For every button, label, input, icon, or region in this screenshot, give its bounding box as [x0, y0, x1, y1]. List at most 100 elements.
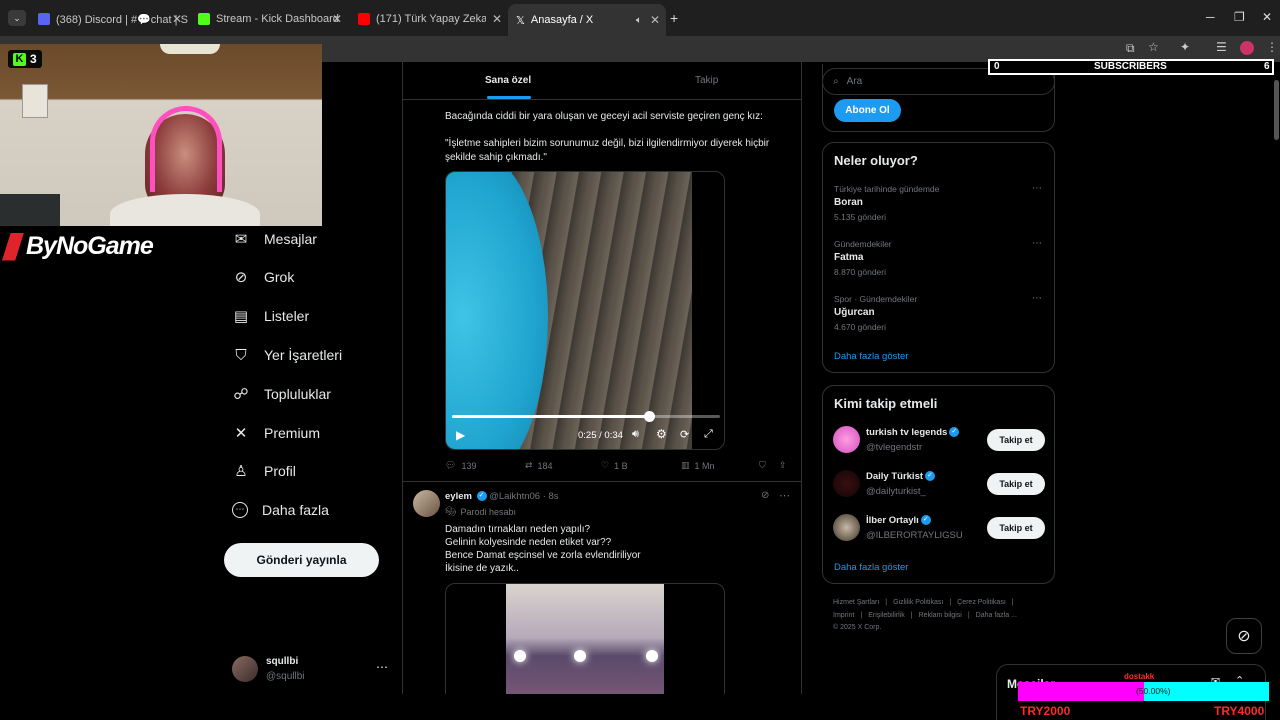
browser-tab-discord[interactable]: (368) Discord | #💬chat | SOTY ✕	[30, 6, 188, 32]
video-player[interactable]: ▶ 0:25 / 0:34 🔊︎ ⚙ ⟳ ⤢	[445, 171, 725, 450]
avatar[interactable]	[413, 490, 440, 517]
more-icon[interactable]: ⋯	[1032, 238, 1042, 249]
nav-item-premium[interactable]: ✕ Premium	[232, 418, 320, 448]
reply-button[interactable]: 💬︎ 139	[445, 460, 476, 471]
new-tab-button[interactable]: +	[670, 10, 678, 26]
nav-item-grok[interactable]: ⊘ Grok	[232, 262, 295, 292]
audio-icon[interactable]: 🔈︎	[636, 15, 642, 26]
browser-tab-x[interactable]: 𝕏 Anasayfa / X 🔈︎ ✕	[508, 4, 666, 36]
account-switcher[interactable]: squllbi @squllbi ⋯	[230, 654, 390, 686]
post-button[interactable]: Gönderi yayınla	[224, 543, 379, 577]
more-icon[interactable]: ⋯	[1032, 293, 1042, 304]
author-name[interactable]: eylem	[445, 491, 472, 502]
views-button[interactable]: ▥ 1 Mn	[681, 460, 715, 471]
footer-link[interactable]: Erişilebilirlik	[868, 612, 905, 619]
follow-button[interactable]: Takip et	[987, 473, 1045, 495]
close-icon[interactable]: ✕	[172, 12, 182, 26]
grok-icon: ⊘	[234, 269, 248, 286]
play-icon[interactable]: ▶	[456, 428, 465, 442]
menu-icon[interactable]: ⋮	[1266, 40, 1278, 54]
media-icon[interactable]: ☰	[1216, 40, 1227, 54]
close-icon[interactable]: ✕	[492, 12, 502, 26]
webcam-overlay	[0, 44, 322, 226]
follow-suggestion[interactable]: turkish tv legends ✓ @tvlegendstr Takip e…	[823, 424, 1056, 460]
footer-row: Imprint | Erişilebilirlik | Reklam bilgisi…	[833, 612, 1055, 619]
video-progress-handle[interactable]	[643, 411, 655, 422]
loop-icon[interactable]: ⟳	[680, 428, 689, 441]
restore-icon[interactable]: ❐	[1234, 10, 1245, 24]
tweet-text: Gelinin kolyesinde neden etiket var??	[445, 537, 612, 548]
tweet[interactable]: eylem ✓ @Laikhtn06 · 8s ⊘ ⋯ 🎭︎ Parodi hes…	[403, 482, 801, 694]
nav-item-lists[interactable]: ▤ Listeler	[232, 301, 309, 331]
footer-divider: |	[967, 612, 970, 619]
nav-item-messages[interactable]: ✉ Mesajlar	[232, 224, 317, 254]
footer-link[interactable]: Reklam bilgisi	[919, 612, 962, 619]
like-button[interactable]: ♡ 1 B	[601, 460, 628, 471]
subscribe-button[interactable]: Abone Ol	[834, 99, 901, 122]
settings-icon[interactable]: ⚙	[656, 427, 667, 441]
tab-following[interactable]: Takip	[613, 62, 801, 100]
close-icon[interactable]: ✕	[332, 12, 342, 26]
reply-icon: 💬︎	[445, 460, 457, 470]
more-icon[interactable]: ⋯	[376, 660, 388, 674]
tab-for-you[interactable]: Sana özel	[403, 62, 613, 100]
retweet-icon: ⇄	[525, 460, 533, 470]
nav-item-bookmarks[interactable]: ⛉ Yer İşaretleri	[232, 340, 342, 370]
avatar	[833, 470, 860, 497]
footer-link[interactable]: Gizlilik Politikası	[893, 599, 943, 606]
retweet-button[interactable]: ⇄ 184	[525, 460, 553, 471]
tweet[interactable]: Bacağında ciddi bir yara oluşan ve gecey…	[403, 100, 801, 482]
tab-label: Anasayfa / X	[530, 14, 594, 26]
nav-label: Grok	[264, 269, 295, 285]
video-progress-track[interactable]	[452, 411, 720, 422]
trend-item[interactable]: Gündemdekiler Fatma 8.870 gönderi ⋯	[823, 238, 1056, 286]
nav-item-profile[interactable]: ♙ Profil	[232, 456, 296, 486]
window-close-icon[interactable]: ✕	[1262, 10, 1272, 24]
follow-suggestion[interactable]: İlber Ortaylı ✓ @ILBERORTAYLIGSU Takip et	[823, 512, 1056, 548]
x-logo-icon: 𝕏	[516, 14, 525, 27]
fullscreen-icon[interactable]: ⤢	[704, 428, 713, 441]
grok-icon[interactable]: ⊘	[761, 490, 769, 501]
suggestion-name: turkish tv legends	[866, 427, 948, 438]
tweet-media[interactable]	[445, 583, 725, 694]
trend-meta: Spor · Gündemdekiler	[834, 294, 918, 304]
list-icon: ▤	[233, 308, 249, 325]
grok-floating-button[interactable]: ⊘	[1226, 618, 1262, 654]
stage-light	[646, 650, 658, 662]
volume-icon[interactable]: 🔊︎	[632, 428, 639, 441]
page-scrollbar[interactable]	[1274, 80, 1279, 140]
donation-goal-fill	[1018, 682, 1144, 701]
install-icon[interactable]: ⧉	[1126, 41, 1135, 56]
tweet-header: eylem ✓ @Laikhtn06 · 8s	[445, 491, 559, 502]
share-icon[interactable]: ⇪	[779, 460, 787, 471]
footer-row: Hizmet Şartları | Gizlilik Politikası | Çe…	[833, 599, 1055, 606]
nav-item-more[interactable]: ⋯ Daha fazla	[232, 495, 329, 525]
minimize-icon[interactable]: ─	[1206, 10, 1215, 24]
trend-item[interactable]: Türkiye tarihinde gündemde Boran 5.135 g…	[823, 183, 1056, 231]
show-more-link[interactable]: Daha fazla göster	[834, 351, 908, 362]
show-more-link[interactable]: Daha fazla göster	[834, 562, 908, 573]
follow-button[interactable]: Takip et	[987, 517, 1045, 539]
bookmark-icon[interactable]: ⛉	[759, 460, 766, 471]
sponsor-logo: ByNoGame	[2, 232, 154, 261]
more-icon[interactable]: ⋯	[1032, 183, 1042, 194]
footer-link[interactable]: Hizmet Şartları	[833, 599, 879, 606]
follow-button[interactable]: Takip et	[987, 429, 1045, 451]
close-icon[interactable]: ✕	[650, 13, 660, 27]
tab-search-button[interactable]: ⌄	[8, 10, 26, 26]
trend-item[interactable]: Spor · Gündemdekiler Uğurcan 4.670 gönde…	[823, 293, 1056, 341]
browser-tab-youtube[interactable]: (171) Türk Yapay Zeka Olur Gibi ✕	[350, 6, 508, 32]
profile-avatar-icon[interactable]	[1240, 41, 1254, 55]
follow-suggestion[interactable]: Daily Türkist ✓ @dailyturkist_ Takip et	[823, 468, 1056, 504]
star-icon[interactable]: ☆	[1148, 40, 1159, 54]
footer-link[interactable]: Daha fazla ...	[976, 612, 1017, 619]
extensions-icon[interactable]: ✦	[1180, 40, 1190, 54]
footer-link[interactable]: Imprint	[833, 612, 854, 619]
more-icon[interactable]: ⋯	[779, 489, 790, 502]
nav-item-communities[interactable]: ☍ Topluluklar	[232, 379, 331, 409]
browser-tab-kick[interactable]: Stream - Kick Dashboard ✕	[190, 6, 348, 32]
footer-link[interactable]: Çerez Politikası	[957, 599, 1006, 606]
bookmark-icon: ⛉	[235, 346, 247, 364]
nav-label: Premium	[264, 425, 321, 441]
stage-light	[574, 650, 586, 662]
